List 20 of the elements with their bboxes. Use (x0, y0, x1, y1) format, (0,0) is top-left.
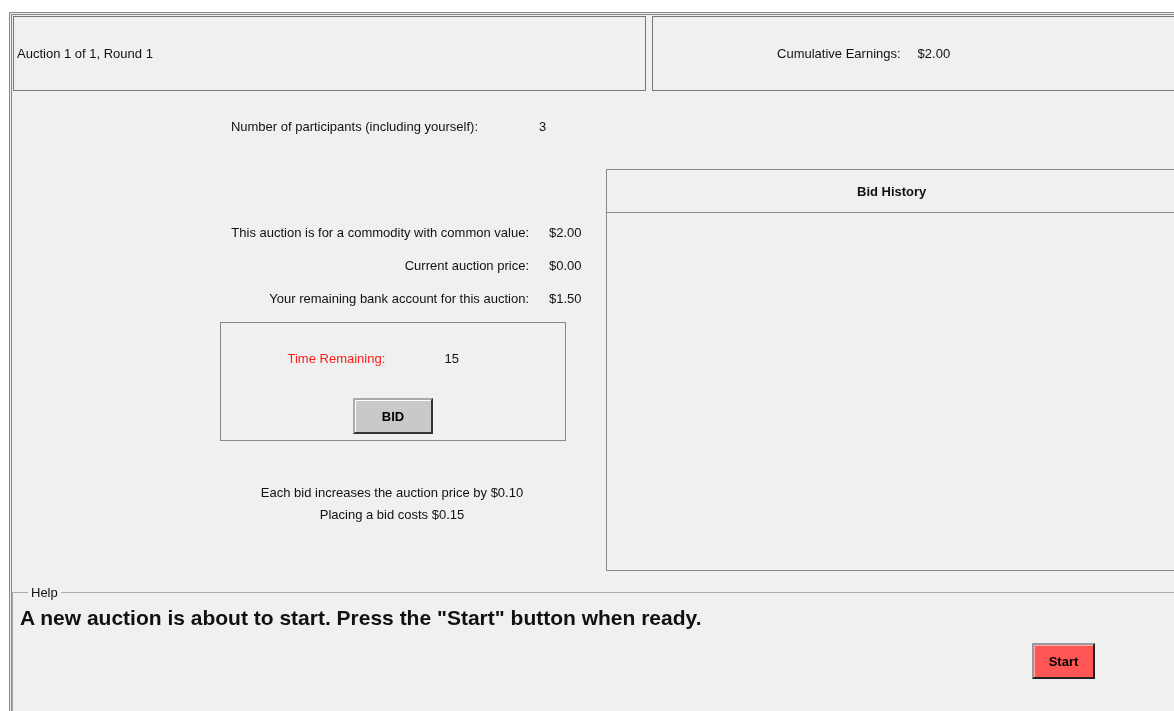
earnings-value: $2.00 (917, 46, 951, 61)
bid-history-title: Bid History (857, 183, 927, 199)
timer-value: 15 (444, 351, 460, 366)
participants-value: 3 (539, 118, 548, 134)
start-button[interactable]: Start (1032, 643, 1095, 679)
bid-button[interactable]: BID (353, 398, 433, 434)
info-value: $0.00 (549, 257, 583, 273)
help-legend: Help (28, 585, 61, 600)
participants-label: Number of participants (including yourself): (229, 118, 478, 134)
note-text: Each bid increases the auction price by $0.10 (260, 485, 524, 500)
info-label: Your remaining bank account for this auction: (268, 290, 529, 306)
timer-label: Time Remaining: (287, 351, 387, 366)
info-label: Current auction price: (403, 257, 529, 273)
round-label: Auction 1 of 1, Round 1 (17, 46, 153, 61)
info-label: This auction is for a commodity with common value: (230, 224, 529, 240)
info-value: $2.00 (549, 224, 583, 240)
help-message: A new auction is about to start. Press the "Start" button when ready. (20, 606, 703, 630)
note-text: Placing a bid costs $0.15 (319, 507, 465, 522)
earnings-label: Cumulative Earnings: (777, 46, 901, 61)
info-value: $1.50 (549, 290, 583, 306)
